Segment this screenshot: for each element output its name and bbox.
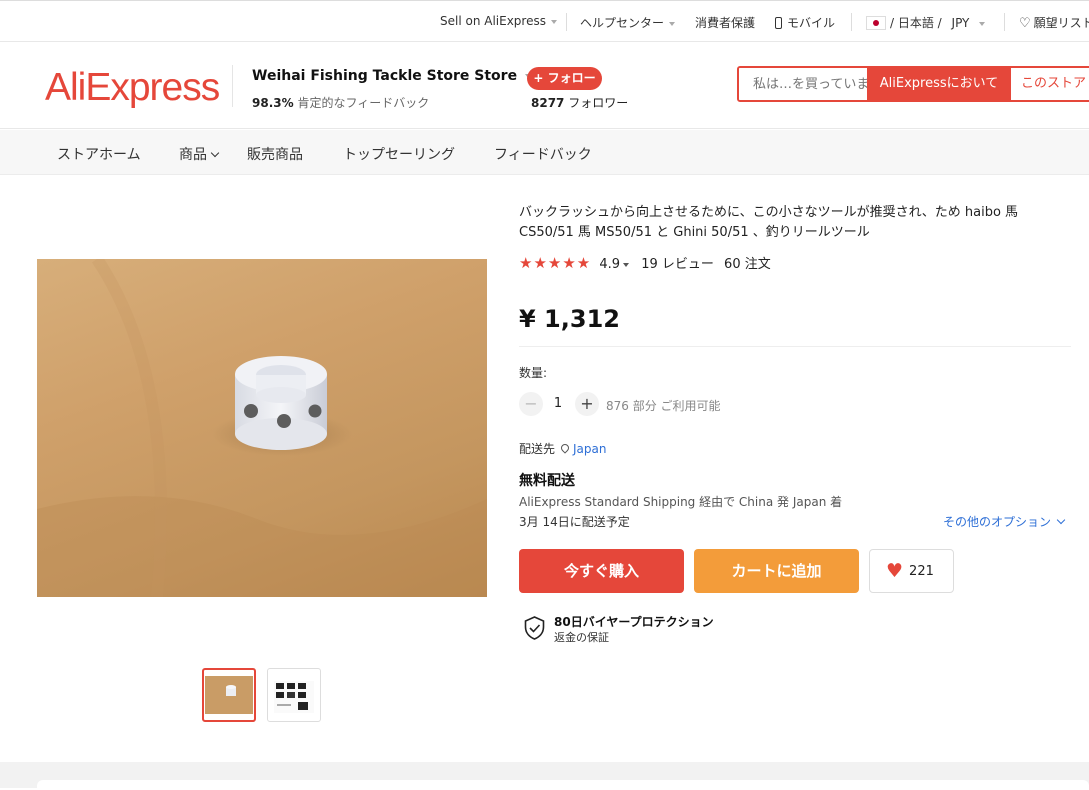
quantity-value[interactable]: 1: [550, 396, 566, 411]
ship-to: 配送先 Japan: [519, 440, 606, 457]
ship-to-label: 配送先: [519, 442, 556, 456]
feedback-label: 肯定的なフィードバック: [297, 96, 430, 110]
follow-button[interactable]: + フォロー: [527, 67, 602, 90]
search-store-button[interactable]: このストア: [1011, 68, 1089, 100]
store-nav: ストアホーム 商品 販売商品 トップセーリング フィードバック: [0, 130, 1089, 175]
store-name-label: Weihai Fishing Tackle Store Store: [252, 68, 518, 84]
bottom-section: [0, 762, 1089, 790]
currency-label: JPY: [951, 16, 970, 30]
thumbnail-photo: [205, 676, 253, 714]
divider: [566, 13, 567, 31]
quantity-decrease-button[interactable]: −: [519, 392, 543, 416]
caret-down-icon: [669, 21, 676, 26]
japan-flag-icon: [866, 16, 886, 30]
store-header: AliExpress Weihai Fishing Tackle Store S…: [0, 43, 1089, 129]
caret-down-icon: [623, 262, 630, 267]
shield-check-icon: [524, 616, 545, 640]
store-name[interactable]: Weihai Fishing Tackle Store Store: [252, 68, 532, 84]
star-rating-icon: ★★★★★: [519, 254, 592, 272]
divider: [1004, 13, 1005, 31]
rating-summary: ★★★★★ 4.9 19 レビュー 60 注文: [519, 253, 771, 272]
sell-on-aliexpress-link[interactable]: Sell on AliExpress: [440, 14, 557, 28]
location-pin-icon: [559, 442, 571, 454]
chevron-down-icon: [1056, 515, 1066, 525]
product-photo: [37, 259, 487, 597]
quantity-label: 数量:: [519, 366, 548, 380]
free-shipping-label: 無料配送: [519, 473, 575, 489]
mobile-link[interactable]: モバイル: [775, 14, 835, 31]
followers-count: 8277 フォロワー: [531, 94, 628, 111]
nav-products-label: 商品: [179, 147, 207, 163]
quantity-increase-button[interactable]: +: [575, 392, 599, 416]
product-main-image[interactable]: [37, 259, 487, 597]
divider: [851, 13, 852, 31]
caret-down-icon: [979, 21, 986, 26]
product-price: ¥ 1,312: [519, 305, 620, 333]
help-label: ヘルプセンター: [580, 16, 665, 30]
nav-sale-items[interactable]: 販売商品: [247, 144, 303, 164]
help-center-link[interactable]: ヘルプセンター: [580, 14, 676, 31]
divider: [232, 65, 233, 107]
phone-icon: [775, 17, 782, 29]
heart-icon: ♥: [886, 560, 904, 582]
thumbnail-2[interactable]: [267, 668, 321, 722]
followers-number: 8277: [531, 96, 565, 110]
language-currency-selector[interactable]: / 日本語 / JPY: [866, 14, 986, 31]
language-label: / 日本語 /: [890, 16, 942, 30]
aliexpress-logo[interactable]: AliExpress: [45, 66, 220, 110]
ship-to-location-link[interactable]: Japan: [573, 442, 606, 456]
wishlist-label: 願望リスト: [1033, 16, 1089, 30]
content-card-edge: [37, 780, 1089, 790]
buy-now-button[interactable]: 今すぐ購入: [519, 549, 684, 593]
divider: [519, 346, 1071, 347]
sell-label: Sell on AliExpress: [440, 14, 546, 28]
thumbnail-photo: [274, 681, 314, 713]
heart-outline-icon: ♡: [1019, 16, 1031, 31]
product-title: バックラッシュから向上させるために、この小さなツールが推奨され、ため haibo…: [519, 205, 1019, 240]
search-aliexpress-button[interactable]: AliExpressにおいて: [867, 68, 1011, 100]
caret-down-icon: [550, 19, 557, 24]
shipping-method: AliExpress Standard Shipping 経由で China 発…: [519, 495, 843, 509]
feedback-percent: 98.3%: [252, 96, 294, 110]
top-bar: Sell on AliExpress ヘルプセンター 消費者保護 モバイル / …: [0, 0, 1089, 42]
nav-top-selling[interactable]: トップセーリング: [343, 144, 455, 164]
more-options-label: その他のオプション: [943, 515, 1052, 529]
orders-count: 60 注文: [724, 257, 771, 272]
rating-number: 4.9: [599, 257, 621, 272]
reviews-link[interactable]: 19 レビュー: [641, 257, 714, 272]
store-feedback: 98.3% 肯定的なフィードバック: [252, 94, 429, 111]
search-input[interactable]: [739, 68, 867, 100]
wishlist-count: 221: [909, 564, 934, 579]
nav-feedback[interactable]: フィードバック: [494, 144, 592, 164]
mobile-label: モバイル: [787, 16, 836, 30]
followers-label: フォロワー: [568, 96, 629, 110]
buyer-protection-subtitle: 返金の保証: [554, 631, 609, 644]
more-shipping-options-link[interactable]: その他のオプション: [943, 513, 1066, 530]
available-stock: 876 部分 ご利用可能: [606, 399, 721, 413]
wishlist-button[interactable]: ♥ 221: [869, 549, 954, 593]
nav-products[interactable]: 商品: [179, 144, 220, 164]
delivery-estimate: 3月 14日に配送予定: [519, 515, 630, 529]
buyer-protection-link[interactable]: 消費者保護: [695, 14, 755, 31]
buyer-protection-title: 80日バイヤープロテクション: [554, 615, 714, 629]
search-bar: AliExpressにおいて このストア: [737, 66, 1089, 102]
rating-value[interactable]: 4.9: [599, 257, 630, 272]
add-to-cart-button[interactable]: カートに追加: [694, 549, 859, 593]
wishlist-link[interactable]: ♡ 願望リスト: [1019, 14, 1089, 31]
thumbnail-1[interactable]: [202, 668, 256, 722]
chevron-down-icon: [210, 148, 220, 158]
nav-store-home[interactable]: ストアホーム: [57, 144, 141, 164]
